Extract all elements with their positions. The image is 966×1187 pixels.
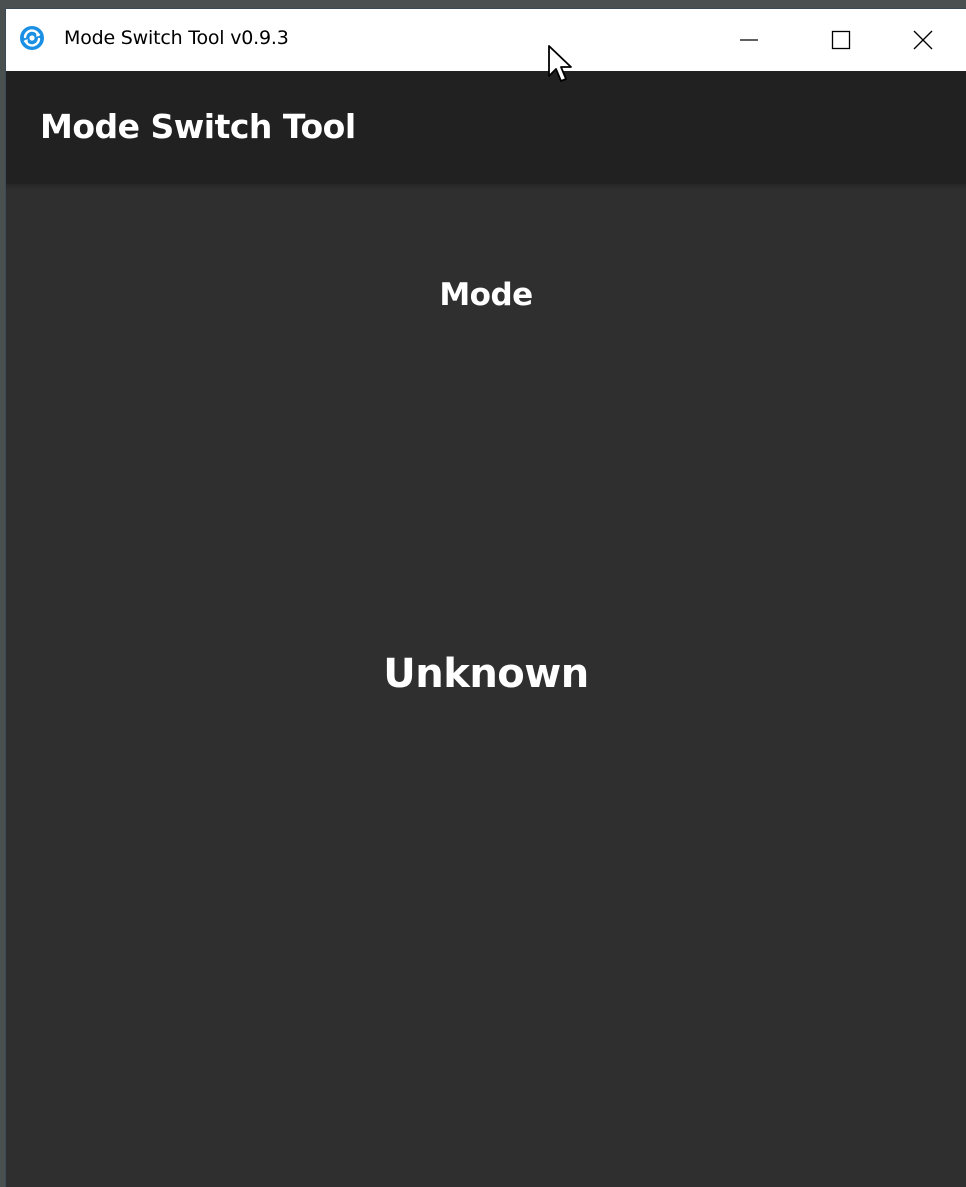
title-bar[interactable]: Mode Switch Tool v0.9.3 bbox=[6, 9, 966, 71]
maximize-icon bbox=[831, 30, 851, 50]
maximize-button[interactable] bbox=[795, 9, 887, 71]
mode-label: Mode bbox=[439, 277, 533, 313]
window-title: Mode Switch Tool v0.9.3 bbox=[64, 27, 289, 49]
minimize-icon bbox=[740, 39, 758, 41]
minimize-button[interactable] bbox=[703, 9, 795, 71]
app-icon bbox=[19, 25, 45, 51]
close-icon bbox=[913, 30, 933, 50]
mode-value: Unknown bbox=[383, 651, 589, 697]
app-window: Mode Switch Tool v0.9.3 Mode Switch Tool… bbox=[5, 8, 966, 1187]
app-header-title: Mode Switch Tool bbox=[40, 107, 356, 146]
close-button[interactable] bbox=[877, 9, 966, 71]
header-shadow bbox=[6, 184, 966, 190]
app-header: Mode Switch Tool bbox=[6, 71, 966, 184]
